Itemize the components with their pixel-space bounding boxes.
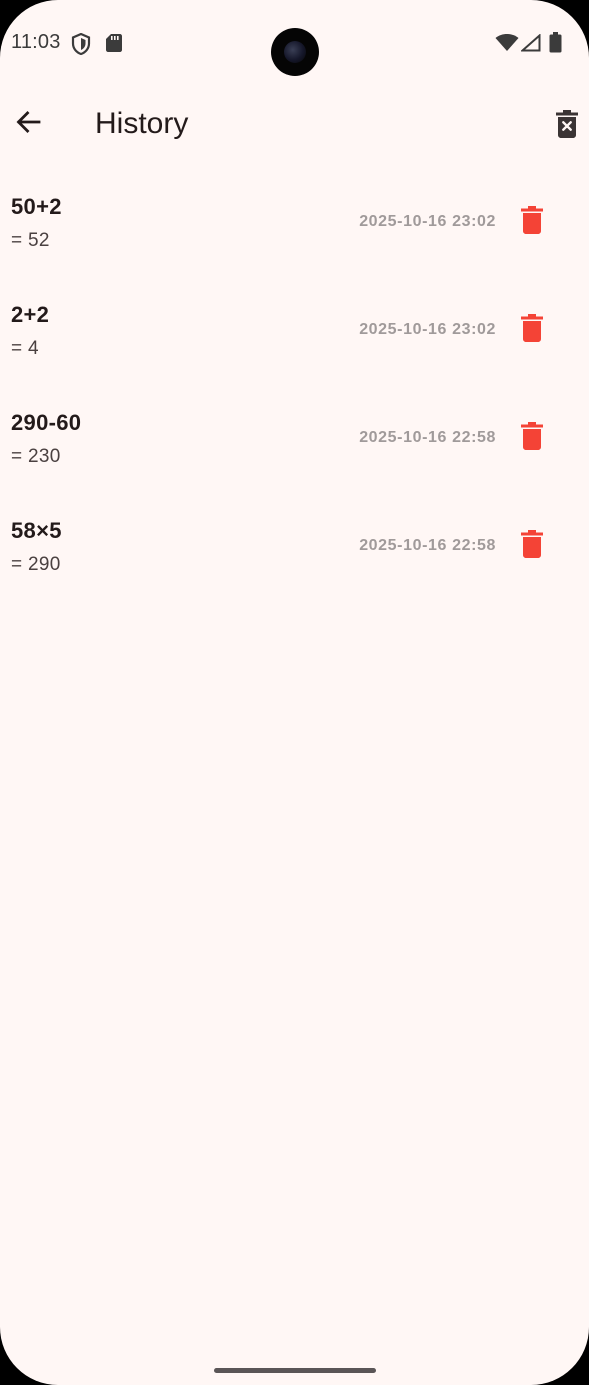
trash-icon <box>521 205 543 239</box>
history-expression: 58×5 <box>11 518 62 543</box>
trash-icon <box>521 529 543 563</box>
history-expression: 290-60 <box>11 410 82 435</box>
status-time: 11:03 <box>11 31 61 53</box>
battery-icon <box>549 32 562 58</box>
app-bar: History <box>0 88 589 164</box>
delete-sweep-icon <box>556 109 578 143</box>
history-result: = 52 <box>11 230 50 251</box>
history-result: = 290 <box>11 554 61 575</box>
history-result: = 230 <box>11 446 61 467</box>
shield-icon <box>71 32 91 60</box>
screen: 11:03 History 50+2 = 52 2025-10-16 23:02… <box>0 0 589 1385</box>
sd-card-icon <box>105 33 123 58</box>
home-indicator[interactable] <box>214 1368 376 1373</box>
history-timestamp: 2025-10-16 22:58 <box>359 429 496 446</box>
history-expression: 2+2 <box>11 302 50 327</box>
delete-item-button[interactable] <box>512 200 552 244</box>
history-result: = 4 <box>11 338 39 359</box>
history-item[interactable]: 2+2 = 4 2025-10-16 23:02 <box>0 276 589 384</box>
arrow-left-icon <box>15 110 41 139</box>
history-list: 50+2 = 52 2025-10-16 23:02 2+2 = 4 2025-… <box>0 168 589 600</box>
history-item[interactable]: 290-60 = 230 2025-10-16 22:58 <box>0 384 589 492</box>
trash-icon <box>521 421 543 455</box>
front-camera <box>271 28 319 76</box>
camera-lens <box>284 41 306 63</box>
history-expression: 50+2 <box>11 194 62 219</box>
trash-icon <box>521 313 543 347</box>
wifi-icon <box>495 34 519 57</box>
delete-item-button[interactable] <box>512 524 552 568</box>
delete-item-button[interactable] <box>512 308 552 352</box>
history-item[interactable]: 58×5 = 290 2025-10-16 22:58 <box>0 492 589 600</box>
history-timestamp: 2025-10-16 23:02 <box>359 321 496 338</box>
history-timestamp: 2025-10-16 22:58 <box>359 537 496 554</box>
signal-icon <box>519 33 541 57</box>
history-item[interactable]: 50+2 = 52 2025-10-16 23:02 <box>0 168 589 276</box>
back-button[interactable] <box>6 102 50 146</box>
delete-item-button[interactable] <box>512 416 552 460</box>
status-bar: 11:03 <box>0 0 589 88</box>
history-timestamp: 2025-10-16 23:02 <box>359 213 496 230</box>
page-title: History <box>95 107 189 140</box>
clear-history-button[interactable] <box>545 104 589 148</box>
